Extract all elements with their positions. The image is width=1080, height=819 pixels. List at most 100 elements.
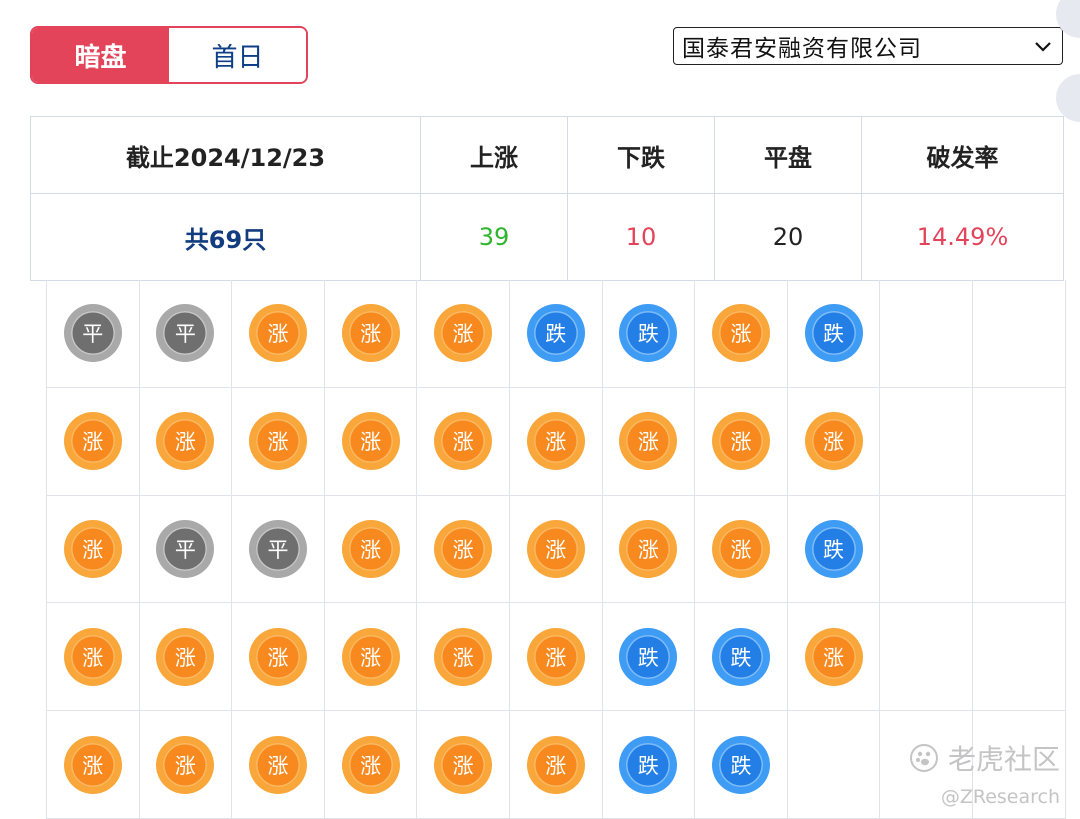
coin-up-icon[interactable]: 涨 — [341, 519, 400, 578]
break-rate-value: 14.49% — [861, 193, 1064, 281]
grid-cell: 涨 — [324, 495, 418, 604]
coin-up-icon[interactable]: 涨 — [341, 304, 400, 363]
coin-down-icon[interactable]: 跌 — [526, 304, 585, 363]
coin-label: 涨 — [533, 526, 578, 571]
coin-up-icon[interactable]: 涨 — [434, 412, 493, 471]
coin-up-icon[interactable]: 涨 — [156, 412, 215, 471]
coin-up-icon[interactable]: 涨 — [248, 735, 307, 794]
grid-cell: 涨 — [47, 495, 140, 604]
coin-label: 跌 — [626, 634, 671, 679]
grid-cell: 涨 — [509, 603, 603, 712]
header-down: 下跌 — [567, 116, 715, 194]
coin-up-icon[interactable]: 涨 — [526, 412, 585, 471]
grid-cell: 涨 — [602, 387, 696, 496]
coin-up-icon[interactable]: 涨 — [341, 627, 400, 686]
coin-label: 涨 — [441, 526, 486, 571]
coin-label: 涨 — [811, 419, 856, 464]
coin-up-icon[interactable]: 涨 — [804, 627, 863, 686]
coin-down-icon[interactable]: 跌 — [711, 735, 770, 794]
grid-cell: 涨 — [47, 603, 140, 712]
coin-label: 跌 — [626, 742, 671, 787]
coin-label: 涨 — [70, 419, 115, 464]
broker-select[interactable]: 国泰君安融资有限公司 — [673, 27, 1063, 65]
grid-cell: 涨 — [695, 495, 788, 604]
coin-up-icon[interactable]: 涨 — [156, 735, 215, 794]
coin-up-icon[interactable]: 涨 — [248, 412, 307, 471]
coin-up-icon[interactable]: 涨 — [341, 735, 400, 794]
coin-flat-icon[interactable]: 平 — [156, 519, 215, 578]
coin-up-icon[interactable]: 涨 — [526, 519, 585, 578]
coin-up-icon[interactable]: 涨 — [63, 735, 122, 794]
down-count: 10 — [567, 193, 715, 281]
coin-up-icon[interactable]: 涨 — [434, 519, 493, 578]
grid-cell: 涨 — [417, 603, 510, 712]
grid-cell: 涨 — [509, 711, 603, 819]
coin-up-icon[interactable]: 涨 — [526, 735, 585, 794]
coin-up-icon[interactable]: 涨 — [711, 519, 770, 578]
coin-down-icon[interactable]: 跌 — [804, 304, 863, 363]
coin-up-icon[interactable]: 涨 — [711, 304, 770, 363]
coin-up-icon[interactable]: 涨 — [63, 412, 122, 471]
coin-label: 涨 — [348, 526, 393, 571]
summary-value-row: 共69只 39 10 20 14.49% — [30, 193, 1064, 281]
grid-cell: 跌 — [787, 495, 881, 604]
coin-label: 涨 — [626, 526, 671, 571]
header-break-rate: 破发率 — [861, 116, 1064, 194]
coin-down-icon[interactable]: 跌 — [619, 627, 678, 686]
grid-cell — [972, 495, 1066, 604]
coin-flat-icon[interactable]: 平 — [63, 304, 122, 363]
header-as-of-date: 截止2024/12/23 — [30, 116, 421, 194]
coin-label: 涨 — [70, 526, 115, 571]
coin-flat-icon[interactable]: 平 — [156, 304, 215, 363]
coin-label: 涨 — [533, 419, 578, 464]
coin-flat-icon[interactable]: 平 — [248, 519, 307, 578]
coin-up-icon[interactable]: 涨 — [341, 412, 400, 471]
grid-cell: 平 — [232, 495, 325, 604]
coin-up-icon[interactable]: 涨 — [63, 627, 122, 686]
grid-cell — [880, 495, 973, 604]
coin-up-icon[interactable]: 涨 — [156, 627, 215, 686]
coin-up-icon[interactable]: 涨 — [434, 735, 493, 794]
coin-down-icon[interactable]: 跌 — [804, 519, 863, 578]
grid-cell: 跌 — [602, 603, 696, 712]
coin-label: 涨 — [255, 311, 300, 356]
tiger-paw-icon — [909, 744, 938, 772]
coin-up-icon[interactable]: 涨 — [63, 519, 122, 578]
coin-down-icon[interactable]: 跌 — [711, 627, 770, 686]
tab-first-day[interactable]: 首日 — [169, 28, 306, 82]
grid-cell — [880, 280, 973, 388]
grid-cell: 涨 — [417, 711, 510, 819]
coin-label: 跌 — [626, 311, 671, 356]
coin-up-icon[interactable]: 涨 — [619, 412, 678, 471]
grid-cell — [972, 387, 1066, 496]
coin-label: 涨 — [255, 419, 300, 464]
grid-cell: 平 — [139, 495, 233, 604]
grid-cell: 涨 — [417, 280, 510, 388]
coin-up-icon[interactable]: 涨 — [619, 519, 678, 578]
coin-label: 涨 — [348, 419, 393, 464]
side-search-icon[interactable] — [1056, 74, 1080, 122]
market-tabs: 暗盘 首日 — [30, 26, 308, 84]
grid-cell: 涨 — [232, 711, 325, 819]
coin-up-icon[interactable]: 涨 — [526, 627, 585, 686]
grid-cell: 涨 — [47, 387, 140, 496]
coin-up-icon[interactable]: 涨 — [434, 627, 493, 686]
grid-cell: 涨 — [139, 387, 233, 496]
grid-cell: 涨 — [324, 603, 418, 712]
grid-cell — [880, 603, 973, 712]
coin-up-icon[interactable]: 涨 — [248, 627, 307, 686]
coin-label: 平 — [255, 526, 300, 571]
coin-up-icon[interactable]: 涨 — [434, 304, 493, 363]
coin-up-icon[interactable]: 涨 — [804, 412, 863, 471]
coin-up-icon[interactable]: 涨 — [248, 304, 307, 363]
coin-up-icon[interactable]: 涨 — [711, 412, 770, 471]
coin-down-icon[interactable]: 跌 — [619, 735, 678, 794]
tab-dark-market[interactable]: 暗盘 — [32, 28, 169, 82]
grid-cell: 平 — [47, 280, 140, 388]
watermark-handle: @ZResearch — [940, 786, 1060, 808]
coin-label: 涨 — [255, 634, 300, 679]
coin-down-icon[interactable]: 跌 — [619, 304, 678, 363]
coin-label: 涨 — [533, 742, 578, 787]
grid-cell: 涨 — [232, 387, 325, 496]
grid-cell: 涨 — [139, 603, 233, 712]
